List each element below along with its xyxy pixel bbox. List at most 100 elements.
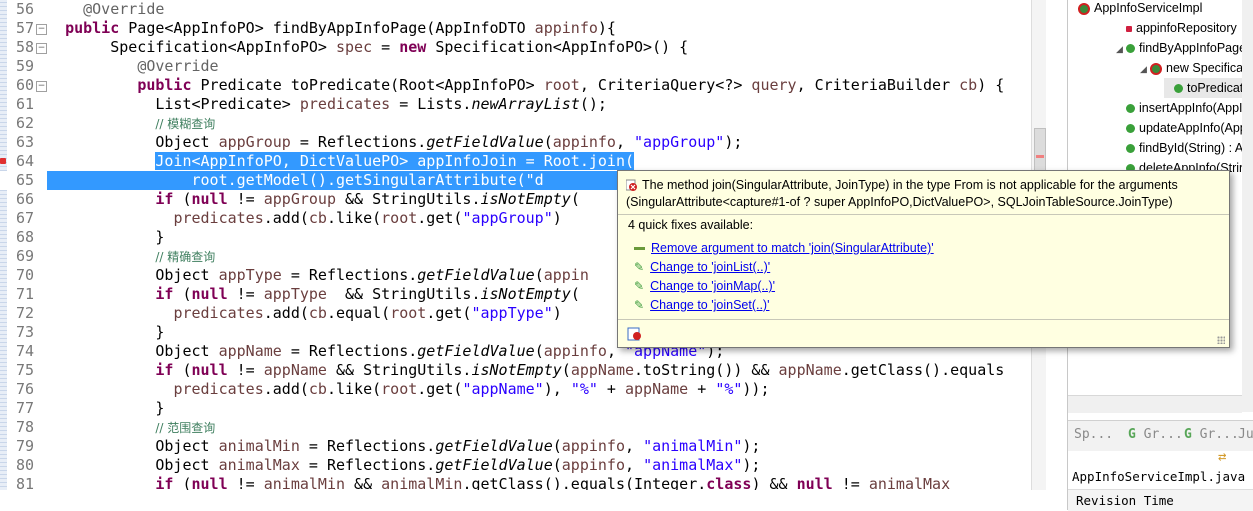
method-icon (1126, 104, 1135, 114)
code-text[interactable]: @Override (47, 57, 218, 76)
code-text[interactable]: Object appGroup = Reflections.getFieldVa… (47, 133, 742, 152)
expand-arrow-icon[interactable]: ◢ (1116, 39, 1126, 59)
error-annotation-icon[interactable] (0, 158, 6, 164)
code-line[interactable]: 58 Specification<AppInfoPO> spec = new S… (0, 38, 1046, 57)
code-line[interactable]: 80 Object animalMax = Reflections.getFie… (0, 456, 1046, 475)
code-text[interactable]: Object animalMax = Reflections.getFieldV… (47, 456, 760, 475)
code-text[interactable]: // 范围查询 (47, 418, 215, 438)
resize-grip-icon[interactable] (1217, 336, 1225, 344)
outline-item[interactable]: AppInfoServiceImpl (1068, 0, 1202, 18)
code-line[interactable]: 75 if (null != appName && StringUtils.is… (0, 361, 1046, 380)
expand-arrow-icon[interactable]: ◢ (1140, 59, 1150, 79)
code-line[interactable]: 61 List<Predicate> predicates = Lists.ne… (0, 95, 1046, 114)
code-line[interactable]: 81 if (null != animalMin && animalMin.ge… (0, 475, 1046, 490)
outline-item[interactable]: toPredicate (1164, 78, 1251, 98)
line-number: 64 (15, 152, 34, 170)
quick-fix-item[interactable]: Remove argument to match 'join(SingularA… (634, 239, 934, 258)
sync-icon[interactable]: ⇄ (1218, 449, 1226, 465)
outline-horizontal-scrollbar[interactable] (1068, 395, 1242, 413)
code-text[interactable]: @Override (47, 0, 164, 19)
column-revision-time[interactable]: Revision Time (1076, 493, 1174, 508)
code-line[interactable]: 56 @Override (0, 0, 1046, 19)
code-line[interactable]: 59 @Override (0, 57, 1046, 76)
code-text[interactable]: predicates.add(cb.like(root.get("appGrou… (47, 209, 561, 228)
code-text[interactable]: if (null != animalMin && animalMin.getCl… (47, 475, 950, 490)
quick-fix-item[interactable]: ✎ Change to 'joinSet(..)' (634, 296, 769, 315)
outline-item[interactable]: findById(String) : AppInfoPO (1116, 138, 1253, 158)
line-number: 70 (15, 266, 34, 284)
outline-item-label: AppInfoServiceImpl (1094, 1, 1203, 15)
show-fixes-icon[interactable] (627, 327, 643, 341)
line-number: 69 (15, 247, 34, 265)
quick-fix-count: 4 quick fixes available: (628, 218, 754, 232)
outline-item[interactable]: appinfoRepository (1116, 18, 1237, 38)
code-text[interactable]: public Page<AppInfoPO> findByAppInfoPage… (47, 19, 616, 38)
line-number: 63 (15, 133, 34, 151)
code-text[interactable]: List<Predicate> predicates = Lists.newAr… (47, 95, 607, 114)
code-text[interactable]: if (null != appType && StringUtils.isNot… (47, 285, 579, 304)
fold-toggle-icon[interactable]: − (36, 43, 47, 54)
code-text[interactable]: Object animalMin = Reflections.getFieldV… (47, 437, 760, 456)
tab-spring[interactable]: Sp... (1074, 427, 1113, 442)
history-panel: AppInfoServiceImpl.java Revision Time (1068, 466, 1253, 511)
quick-fix-link[interactable]: Change to 'joinMap(..)' (650, 279, 775, 293)
code-text[interactable]: // 模糊查询 (47, 114, 215, 134)
quick-fix-link[interactable]: Change to 'joinList(..)' (650, 260, 770, 274)
tab-junit[interactable]: Ju (1238, 427, 1253, 442)
code-text[interactable]: } (47, 228, 164, 247)
line-number: 78 (15, 418, 34, 436)
code-text[interactable]: Specification<AppInfoPO> spec = new Spec… (47, 38, 688, 57)
line-number: 58 (15, 38, 34, 56)
code-text[interactable]: Join<AppInfoPO, DictValuePO> appInfoJoin… (47, 152, 635, 171)
code-text[interactable]: predicates.add(cb.like(root.get("appName… (47, 380, 769, 399)
history-table-header: Revision Time (1068, 489, 1253, 511)
code-line[interactable]: 64 Join<AppInfoPO, DictValuePO> appInfoJ… (0, 152, 1046, 171)
code-text[interactable]: Object appType = Reflections.getFieldVal… (47, 266, 589, 285)
code-text[interactable]: predicates.add(cb.equal(root.get("appTyp… (47, 304, 561, 323)
code-line[interactable]: 76 predicates.add(cb.like(root.get("appN… (0, 380, 1046, 399)
code-text[interactable]: if (null != appName && StringUtils.isNot… (47, 361, 1004, 380)
line-number: 68 (15, 228, 34, 246)
line-number: 71 (15, 285, 34, 303)
outline-item[interactable]: ◢ findByAppInfoPage (1116, 38, 1246, 58)
outline-item[interactable]: updateAppInfo(AppInfoPO) (1116, 118, 1253, 138)
code-line[interactable]: 78 // 范围查询 (0, 418, 1046, 437)
class-icon (1078, 2, 1090, 15)
code-text[interactable]: } (47, 399, 164, 418)
code-text[interactable]: public Predicate toPredicate(Root<AppInf… (47, 76, 1004, 95)
code-text[interactable]: } (47, 323, 164, 342)
line-number: 74 (15, 342, 34, 360)
tab-gradle-1[interactable]: G Gr... (1128, 427, 1183, 442)
fold-toggle-icon[interactable]: − (36, 81, 47, 92)
code-line[interactable]: 62 // 模糊查询 (0, 114, 1046, 133)
code-line[interactable]: 57 public Page<AppInfoPO> findByAppInfoP… (0, 19, 1046, 38)
tab-gradle-2[interactable]: G Gr... (1184, 427, 1239, 442)
error-marker-icon[interactable] (1036, 155, 1044, 158)
code-line[interactable]: 60 public Predicate toPredicate(Root<App… (0, 76, 1046, 95)
quick-fix-popup: The method join(SingularAttribute, JoinT… (617, 170, 1230, 348)
rename-icon: ✎ (634, 279, 645, 293)
method-icon (1126, 124, 1135, 134)
outline-item[interactable]: ◢ new Specification (1140, 58, 1253, 78)
line-number: 57 (15, 19, 34, 37)
code-line[interactable]: 77 } (0, 399, 1046, 418)
code-text[interactable]: // 精确查询 (47, 247, 215, 267)
code-line[interactable]: 63 Object appGroup = Reflections.getFiel… (0, 133, 1046, 152)
line-number: 67 (15, 209, 34, 227)
quick-fix-link[interactable]: Remove argument to match 'join(SingularA… (651, 241, 934, 255)
method-icon (1126, 44, 1135, 54)
quick-fix-item[interactable]: ✎ Change to 'joinList(..)' (634, 258, 770, 277)
line-number: 59 (15, 57, 34, 75)
outline-vertical-scrollbar[interactable] (1242, 0, 1253, 412)
outline-item-label: new Specification (1166, 61, 1253, 75)
field-icon (1126, 25, 1132, 32)
code-text[interactable]: root.getModel().getSingularAttribute("d (47, 171, 544, 190)
outline-item[interactable]: insertAppInfo(AppInfoPO) (1116, 98, 1253, 118)
fold-toggle-icon[interactable]: − (36, 24, 47, 35)
line-number: 80 (15, 456, 34, 474)
code-text[interactable]: if (null != appGroup && StringUtils.isNo… (47, 190, 579, 209)
code-line[interactable]: 79 Object animalMin = Reflections.getFie… (0, 437, 1046, 456)
quick-fix-item[interactable]: ✎ Change to 'joinMap(..)' (634, 277, 775, 296)
quick-fix-link[interactable]: Change to 'joinSet(..)' (650, 298, 769, 312)
line-number: 56 (15, 0, 34, 18)
